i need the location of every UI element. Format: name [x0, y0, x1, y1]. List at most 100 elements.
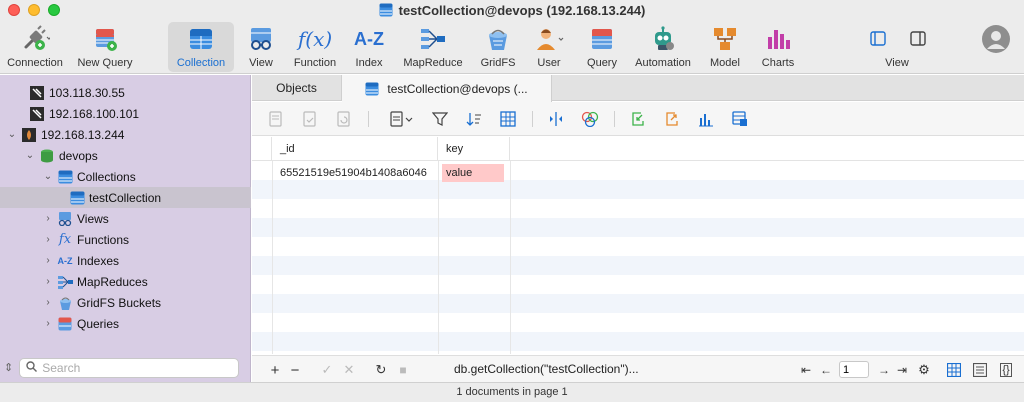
sidebar-item-collections[interactable]: ⌄ Collections — [0, 166, 251, 187]
server-connection-icon — [29, 106, 45, 122]
query-toolbar-button[interactable]: Query — [579, 22, 625, 72]
filter-options-icon[interactable]: ⇕ — [4, 361, 13, 374]
previous-page-icon[interactable]: ← — [818, 361, 834, 379]
chevron-down-icon[interactable]: ⌄ — [24, 150, 36, 161]
functions-icon: fx — [58, 232, 72, 247]
status-bar: 1 documents in page 1 — [0, 382, 1024, 402]
tab-objects[interactable]: Objects — [252, 75, 342, 101]
sidebar-connection-row[interactable]: ⌄ 192.168.13.244 — [0, 124, 251, 145]
sidebar-item-mapreduces[interactable]: › MapReduces — [0, 271, 251, 292]
toggle-sidebar-icon[interactable] — [870, 31, 886, 46]
tab-bar: Objects testCollection@devops (... — [252, 75, 1024, 102]
delete-record-icon[interactable]: − — [288, 361, 302, 379]
last-page-icon[interactable]: ⇥ — [894, 361, 910, 379]
add-record-icon[interactable]: + — [268, 361, 282, 379]
database-icon — [39, 148, 55, 164]
collection-toolbar-button[interactable]: Collection — [168, 22, 234, 72]
grid-view-icon[interactable] — [498, 110, 518, 128]
form-mode-icon[interactable] — [972, 361, 988, 379]
collection-icon — [186, 24, 216, 54]
server-connection-icon — [29, 85, 45, 101]
documents-grid: _id key 65521519e51904b1408a6046 value — [252, 137, 1024, 354]
index-az-icon: A-Z — [354, 28, 384, 49]
chevron-right-icon[interactable]: › — [42, 276, 54, 287]
stop-icon[interactable]: ■ — [396, 361, 410, 379]
connection-button[interactable]: Connection — [2, 22, 68, 72]
new-query-button[interactable]: New Query — [72, 22, 138, 72]
import-document-icon[interactable] — [266, 110, 286, 128]
collection-icon — [379, 3, 393, 17]
page-number-input[interactable] — [839, 361, 869, 378]
charts-toolbar-button[interactable]: Charts — [754, 22, 802, 72]
views-icon — [57, 211, 73, 227]
split-view-icon[interactable] — [546, 110, 566, 128]
sidebar-item-testcollection[interactable]: testCollection — [0, 187, 251, 208]
gridfs-toolbar-button[interactable]: GridFS — [473, 22, 523, 72]
first-page-icon[interactable]: ⇤ — [798, 361, 814, 379]
view-glasses-icon — [246, 24, 276, 54]
gridfs-bucket-icon — [57, 295, 73, 311]
document-count-status: 1 documents in page 1 — [456, 386, 568, 398]
view-toolbar-button[interactable]: View — [238, 22, 284, 72]
chevron-down-icon[interactable]: ⌄ — [42, 171, 54, 182]
chevron-right-icon[interactable]: › — [42, 297, 54, 308]
account-avatar[interactable] — [978, 24, 1014, 74]
refresh-document-icon[interactable] — [334, 110, 354, 128]
function-toolbar-button[interactable]: f(x) Function — [289, 22, 341, 72]
sidebar-item-functions[interactable]: › fx Functions — [0, 229, 251, 250]
apply-changes-icon[interactable]: ✓ — [320, 361, 334, 379]
indexes-icon: A-Z — [57, 255, 73, 266]
analyze-chart-icon[interactable] — [696, 110, 716, 128]
refresh-icon[interactable]: ↻ — [374, 361, 388, 379]
column-header-key[interactable]: key — [438, 137, 510, 161]
sidebar-search-input[interactable] — [42, 360, 223, 375]
json-mode-icon[interactable]: {} — [998, 361, 1014, 379]
mapreduce-toolbar-button[interactable]: MapReduce — [398, 22, 468, 72]
toggle-info-pane-icon[interactable] — [910, 31, 926, 46]
filter-icon[interactable] — [430, 110, 450, 128]
grid-bottom-bar: + − ✓ ✕ ↻ ■ db.getCollection("testCollec… — [252, 355, 1024, 382]
save-document-icon[interactable] — [300, 110, 320, 128]
connection-plug-icon — [20, 24, 50, 54]
user-toolbar-button[interactable]: User — [527, 22, 571, 72]
automation-toolbar-button[interactable]: Automation — [632, 22, 694, 72]
mapreduce-icon — [57, 274, 73, 290]
view-format-dropdown-icon[interactable] — [388, 110, 416, 128]
document-action-bar — [252, 102, 1024, 136]
settings-gear-icon[interactable]: ⚙ — [916, 361, 932, 379]
mongodb-connection-icon — [21, 127, 37, 143]
import-wizard-icon[interactable] — [628, 110, 648, 128]
sidebar-database-row[interactable]: ⌄ devops — [0, 145, 251, 166]
sort-icon[interactable] — [464, 110, 484, 128]
new-query-icon — [90, 24, 120, 54]
sidebar-connection-row[interactable]: 103.118.30.55 — [0, 82, 251, 103]
index-toolbar-button[interactable]: A-Z Index — [346, 22, 392, 72]
table-data-icon[interactable] — [730, 110, 750, 128]
tab-testcollection[interactable]: testCollection@devops (... — [342, 75, 552, 102]
sidebar-item-gridfs-buckets[interactable]: › GridFS Buckets — [0, 292, 251, 313]
column-header-id[interactable]: _id — [272, 137, 438, 161]
chevron-right-icon[interactable]: › — [42, 255, 54, 266]
cell-id[interactable]: 65521519e51904b1408a6046 — [280, 164, 427, 182]
grid-mode-icon[interactable] — [946, 361, 962, 379]
sidebar-item-indexes[interactable]: › A-Z Indexes — [0, 250, 251, 271]
chevron-down-icon[interactable]: ⌄ — [6, 129, 18, 140]
model-icon — [710, 24, 740, 54]
collection-icon — [69, 190, 85, 206]
cell-key-value[interactable]: value — [442, 164, 504, 182]
chevron-right-icon[interactable]: › — [42, 234, 54, 245]
chevron-right-icon[interactable]: › — [42, 318, 54, 329]
charts-icon — [763, 24, 793, 54]
next-page-icon[interactable]: → — [876, 361, 892, 379]
collections-icon — [57, 169, 73, 185]
model-toolbar-button[interactable]: Model — [702, 22, 748, 72]
function-icon: f(x) — [297, 27, 333, 51]
sidebar-item-views[interactable]: › Views — [0, 208, 251, 229]
compare-circles-icon[interactable] — [580, 110, 600, 128]
sidebar-item-queries[interactable]: › Queries — [0, 313, 251, 334]
discard-changes-icon[interactable]: ✕ — [342, 361, 356, 379]
chevron-right-icon[interactable]: › — [42, 213, 54, 224]
export-wizard-icon[interactable] — [662, 110, 682, 128]
query-preview[interactable]: db.getCollection("testCollection")... — [454, 362, 639, 376]
sidebar-connection-row[interactable]: 192.168.100.101 — [0, 103, 251, 124]
